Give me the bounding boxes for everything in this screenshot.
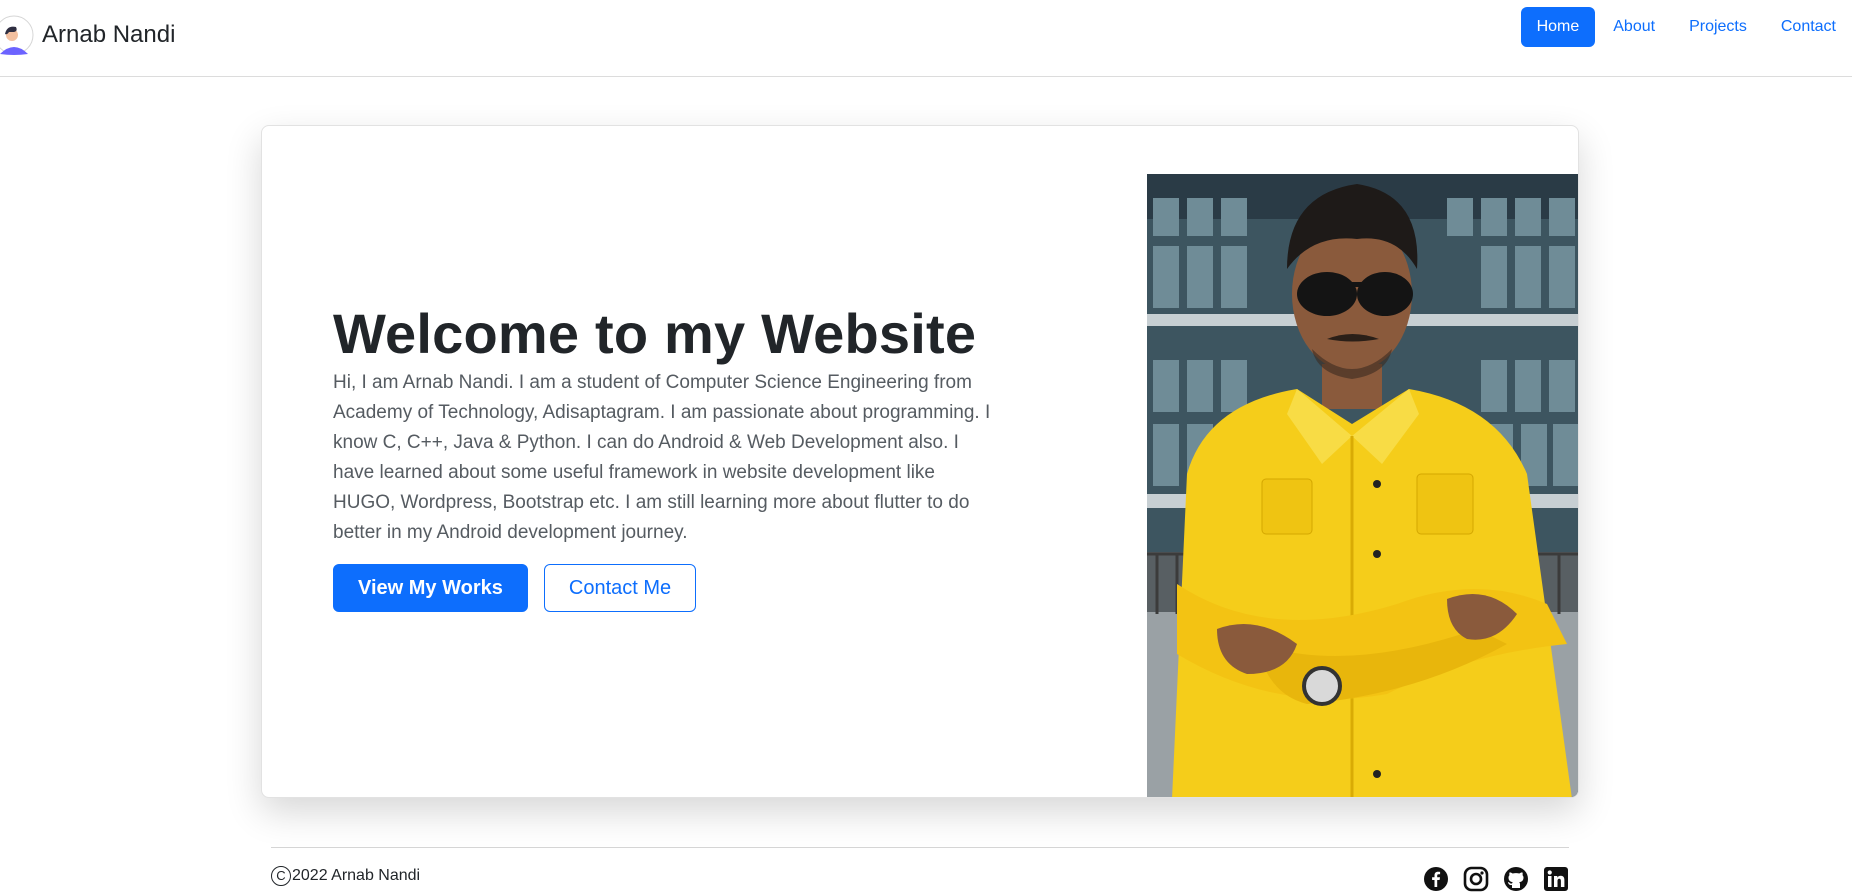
linkedin-icon[interactable] [1543,866,1569,892]
hero-description: Hi, I am Arnab Nandi. I am a student of … [333,372,991,544]
navbar: Arnab Nandi Home About Projects Contact [0,0,1852,77]
facebook-icon[interactable] [1423,866,1449,892]
contact-me-button[interactable]: Contact Me [543,564,697,613]
main-nav: Home About Projects Contact [1519,7,1852,47]
brand-name: Arnab Nandi [42,21,176,48]
brand-link[interactable]: Arnab Nandi [0,10,175,60]
hero-buttons: View My Works Contact Me [333,564,1003,613]
hero-text: Welcome to my Website Hi, I am Arnab Nan… [333,302,1003,613]
copyright-icon: C [271,866,291,886]
view-my-works-button[interactable]: View My Works [333,564,528,613]
nav-link-about[interactable]: About [1597,7,1671,47]
copyright-text: 2022 Arnab Nandi [292,867,421,884]
copyright: C 2022 Arnab Nandi [271,866,420,886]
hero-title: Welcome to my Website [333,302,977,365]
hero-card: Welcome to my Website Hi, I am Arnab Nan… [261,125,1579,798]
profile-photo [1147,174,1578,797]
instagram-icon[interactable] [1463,866,1489,892]
github-icon[interactable] [1503,866,1529,892]
nav-link-projects[interactable]: Projects [1673,7,1763,47]
nav-link-home[interactable]: Home [1520,7,1596,47]
avatar-icon [0,10,34,60]
footer: C 2022 Arnab Nandi [271,847,1569,894]
social-links [1409,866,1569,892]
nav-link-contact[interactable]: Contact [1765,7,1852,47]
